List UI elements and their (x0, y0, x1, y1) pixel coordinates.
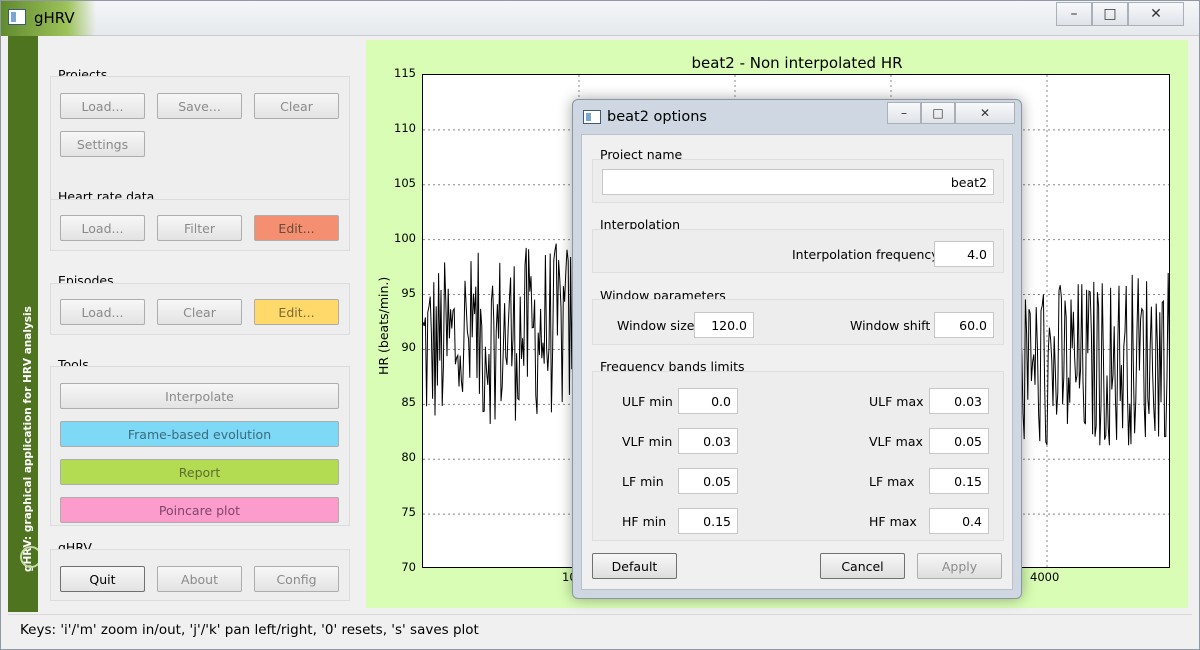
episodes-edit-button[interactable]: Edit... (254, 299, 339, 325)
y-tick-label: 115 (394, 66, 416, 80)
hf-min-label: HF min (622, 514, 667, 529)
window-shift-field[interactable]: 60.0 (934, 312, 994, 338)
apply-button[interactable]: Apply (917, 553, 1002, 579)
close-icon[interactable]: ✕ (1128, 2, 1184, 26)
project-name-field[interactable]: beat2 (602, 169, 994, 195)
window-size-field[interactable]: 120.0 (694, 312, 754, 338)
lf-max-label: LF max (869, 474, 915, 489)
dialog-app-icon (583, 110, 601, 124)
default-button[interactable]: Default (592, 553, 677, 579)
quit-button[interactable]: Quit (60, 566, 145, 592)
dialog-titlebar[interactable]: beat2 options – □ ✕ (573, 100, 1021, 132)
control-panel: Projects Load... Save... Clear Settings … (38, 36, 364, 612)
vlf-max-field[interactable]: 0.05 (929, 428, 989, 454)
minimize-icon[interactable]: – (887, 102, 921, 124)
ulf-max-label: ULF max (869, 394, 924, 409)
cancel-button[interactable]: Cancel (820, 553, 905, 579)
close-icon[interactable]: ✕ (955, 102, 1015, 124)
y-tick-label: 80 (401, 450, 416, 465)
episodes-load-button[interactable]: Load... (60, 299, 145, 325)
projects-save-button[interactable]: Save... (157, 93, 242, 119)
maximize-icon[interactable]: □ (921, 102, 955, 124)
episodes-clear-button[interactable]: Clear (157, 299, 242, 325)
maximize-icon[interactable]: □ (1092, 2, 1128, 26)
y-tick-label: 75 (401, 505, 416, 520)
projects-settings-button[interactable]: Settings (60, 131, 145, 157)
poincare-plot-button[interactable]: Poincare plot (60, 497, 339, 523)
hr-filter-button[interactable]: Filter (157, 215, 242, 241)
window-shift-label: Window shift (850, 318, 931, 333)
vlf-max-label: VLF max (869, 434, 923, 449)
hf-max-field[interactable]: 0.4 (929, 508, 989, 534)
interpolate-button[interactable]: Interpolate (60, 383, 339, 409)
interpolation-frequency-field[interactable]: 4.0 (934, 241, 994, 267)
window-titlebar: gHRV – □ ✕ (0, 0, 1200, 36)
window-title: gHRV (34, 9, 75, 27)
window-size-label: Window size (617, 318, 695, 333)
chart-title: beat2 - Non interpolated HR (691, 54, 903, 72)
vlf-min-label: VLF min (622, 434, 673, 449)
x-tick-label: 4000 (1030, 570, 1060, 584)
projects-clear-button[interactable]: Clear (254, 93, 339, 119)
window-controls: – □ ✕ (1056, 2, 1184, 26)
hf-max-label: HF max (869, 514, 917, 529)
frame-based-evolution-button[interactable]: Frame-based evolution (60, 421, 339, 447)
app-description: gHRV: graphical application for HRV anal… (22, 306, 34, 572)
y-tick-label: 110 (394, 120, 416, 135)
about-button[interactable]: About (157, 566, 242, 592)
ulf-min-label: ULF min (622, 394, 673, 409)
report-button[interactable]: Report (60, 459, 339, 485)
y-tick-label: 105 (394, 175, 416, 190)
hr-load-button[interactable]: Load... (60, 215, 145, 241)
y-tick-label: 100 (394, 230, 416, 245)
lf-max-field[interactable]: 0.15 (929, 468, 989, 494)
lf-min-label: LF min (622, 474, 664, 489)
hf-min-field[interactable]: 0.15 (678, 508, 738, 534)
app-icon (8, 9, 26, 25)
y-axis-label: HR (beats/min.) (376, 276, 391, 375)
dialog-window-controls: – □ ✕ (887, 102, 1015, 124)
dialog-title: beat2 options (607, 109, 707, 125)
vlf-min-field[interactable]: 0.03 (678, 428, 738, 454)
hr-edit-button[interactable]: Edit... (254, 215, 339, 241)
dialog-body: Project name beat2 Interpolation Interpo… (581, 134, 1013, 590)
y-tick-label: 85 (401, 395, 416, 410)
beat2-options-dialog: beat2 options – □ ✕ Project name beat2 I… (572, 99, 1022, 599)
status-text: Keys: 'i'/'m' zoom in/out, 'j'/'k' pan l… (20, 622, 479, 638)
lf-min-field[interactable]: 0.05 (678, 468, 738, 494)
config-button[interactable]: Config (254, 566, 339, 592)
projects-load-button[interactable]: Load... (60, 93, 145, 119)
status-bar: Keys: 'i'/'m' zoom in/out, 'j'/'k' pan l… (8, 614, 1192, 644)
ulf-max-field[interactable]: 0.03 (929, 388, 989, 414)
ulf-min-field[interactable]: 0.0 (678, 388, 738, 414)
y-tick-label: 70 (401, 560, 416, 574)
interpolation-frequency-label: Interpolation frequency (792, 247, 939, 262)
app-side-strip: gHRV: graphical application for HRV anal… (8, 36, 42, 612)
minimize-icon[interactable]: – (1056, 2, 1092, 26)
